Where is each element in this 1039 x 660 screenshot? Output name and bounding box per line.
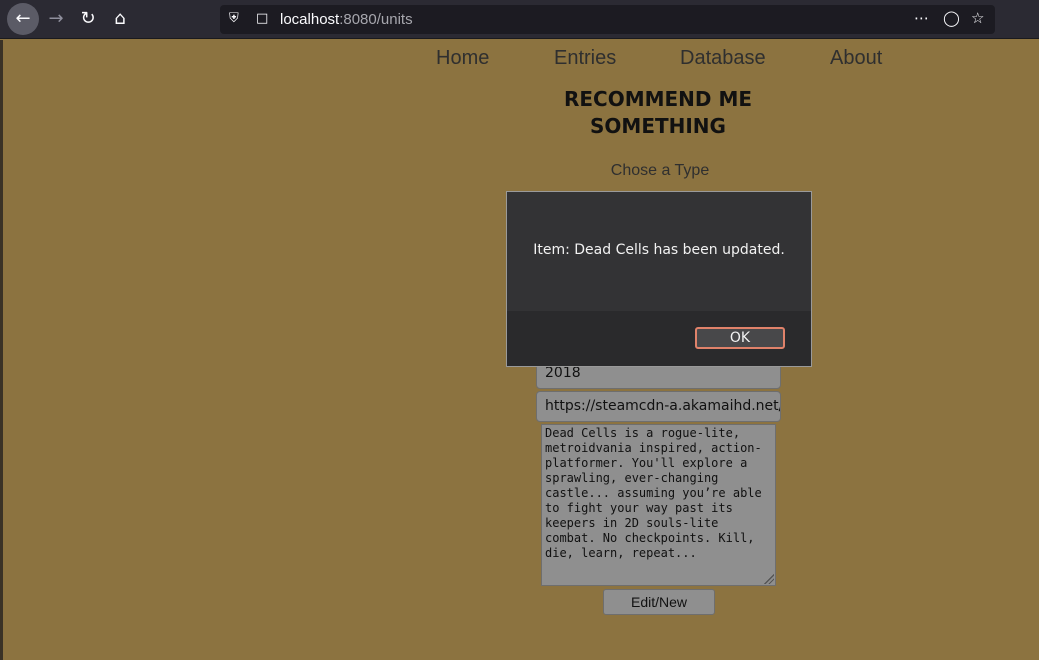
back-icon[interactable]: ← bbox=[7, 3, 39, 35]
description-textarea[interactable]: Dead Cells is a rogue-lite, metroidvania… bbox=[541, 424, 776, 586]
nav-entries-link[interactable]: Entries bbox=[554, 47, 616, 70]
edit-new-button[interactable]: Edit/New bbox=[603, 589, 715, 615]
window-edge bbox=[0, 40, 3, 660]
page-icon: □ bbox=[256, 11, 269, 26]
forward-icon[interactable]: → bbox=[40, 3, 72, 35]
address-bar[interactable]: ⛨ □ localhost:8080/units ⋯ ◯ ☆ bbox=[220, 5, 995, 34]
url-path: :8080/units bbox=[339, 11, 413, 28]
star-icon[interactable]: ☆ bbox=[971, 9, 984, 27]
resize-grip-icon[interactable] bbox=[764, 574, 774, 584]
home-icon[interactable]: ⌂ bbox=[104, 3, 136, 35]
image-url-input[interactable]: https://steamcdn-a.akamaihd.net/s bbox=[536, 391, 781, 422]
browser-toolbar: ← → ↻ ⌂ ⛨ □ localhost:8080/units ⋯ ◯ ☆ bbox=[0, 0, 1039, 39]
shield-icon[interactable]: ⛨ bbox=[229, 11, 239, 26]
type-label: Chose a Type bbox=[610, 162, 710, 179]
url-text[interactable]: localhost:8080/units bbox=[280, 11, 413, 28]
nav-home-link[interactable]: Home bbox=[436, 47, 489, 70]
pocket-icon[interactable]: ◯ bbox=[943, 9, 960, 27]
ok-button[interactable]: OK bbox=[695, 327, 785, 349]
description-text: Dead Cells is a rogue-lite, metroidvania… bbox=[545, 426, 762, 560]
dialog-message: Item: Dead Cells has been updated. bbox=[533, 242, 785, 258]
reload-icon[interactable]: ↻ bbox=[72, 3, 104, 35]
more-icon[interactable]: ⋯ bbox=[914, 9, 929, 27]
nav-about-link[interactable]: About bbox=[830, 47, 882, 70]
url-host: localhost bbox=[280, 11, 340, 28]
alert-dialog: Item: Dead Cells has been updated. OK bbox=[506, 191, 812, 367]
page-title: RECOMMEND ME SOMETHING bbox=[563, 87, 753, 138]
nav-database-link[interactable]: Database bbox=[680, 47, 766, 70]
